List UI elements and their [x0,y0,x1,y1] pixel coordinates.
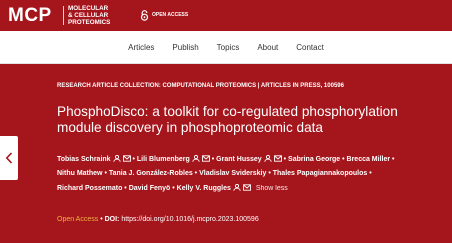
journal-logo[interactable]: MCP [8,6,52,25]
author-name[interactable]: Sabrina George [288,156,340,163]
journal-name-line: PROTEOMICS [68,19,111,26]
author-item: David Fenyö • [129,185,177,192]
doi-link[interactable]: https://doi.org/10.1016/j.mcpro.2023.100… [121,216,258,223]
author-item: Kelly V. Ruggles [177,183,251,192]
author-item: Richard Possemato • [57,185,129,192]
email-icon[interactable] [242,183,251,191]
top-brand-bar: MCP MOLECULAR & CELLULAR PROTEOMICS OPEN… [0,0,452,31]
doi-line: Open Access • DOI: https://doi.org/10.10… [57,215,259,225]
author-item: Brecca Miller • [347,156,395,163]
open-access-text: Open Access [57,216,99,223]
open-access-badge: OPEN ACCESS [140,9,188,21]
author-item: Tobias Schraink • [57,155,137,163]
journal-name-line: MOLECULAR [68,5,109,12]
logo-divider [63,6,64,25]
author-name[interactable]: Richard Possemato [57,185,122,192]
author-item: Tania J. González-Robles • [109,170,199,177]
nav-publish[interactable]: Publish [163,43,207,52]
author-separator: • [367,170,372,178]
author-name[interactable]: Tania J. González-Robles [109,170,193,177]
journal-name[interactable]: MOLECULAR & CELLULAR PROTEOMICS [68,5,128,26]
person-icon[interactable] [192,155,200,162]
author-name[interactable]: Brecca Miller [347,156,391,163]
author-name[interactable]: Kelly V. Ruggles [177,185,231,192]
email-icon[interactable] [273,155,282,162]
author-list: Tobias Schraink • Lili Blumenberg • Gran… [57,153,442,196]
main-navigation: Articles Publish Topics About Contact [0,31,452,64]
nav-topics[interactable]: Topics [208,43,249,52]
article-number: , 100596 [320,83,344,89]
person-icon[interactable] [264,155,272,162]
article-kicker: RESEARCH ARTICLE COLLECTION: COMPUTATION… [57,82,437,90]
show-less-link[interactable]: Show less [256,185,288,192]
author-name[interactable]: Nithu Mathew [57,170,103,177]
person-icon[interactable] [233,183,241,191]
author-name[interactable]: Thales Papagiannakopoulos [273,170,368,177]
nav-contact[interactable]: Contact [287,43,333,52]
nav-about[interactable]: About [248,43,287,52]
article-title: PhosphoDisco: a toolkit for co-regulated… [57,104,398,135]
nav-articles[interactable]: Articles [119,43,163,52]
author-name[interactable]: David Fenyö [129,185,171,192]
doi-label: DOI: [104,216,122,223]
open-access-lock-icon [140,9,149,21]
author-name[interactable]: Tobias Schraink [57,156,111,163]
collection-link[interactable]: RESEARCH ARTICLE COLLECTION: COMPUTATION… [57,83,256,89]
author-separator: • [390,156,395,163]
author-item: Grant Hussey • [216,155,288,163]
previous-article-button[interactable] [0,136,18,180]
chevron-left-icon [5,152,13,164]
author-item: Vladislav Sviderskiy • [199,170,273,177]
author-name[interactable]: Grant Hussey [216,156,262,163]
author-item: Nithu Mathew • [57,170,109,177]
articles-in-press-link[interactable]: ARTICLES IN PRESS [261,83,321,89]
author-name[interactable]: Vladislav Sviderskiy [199,170,266,177]
author-name[interactable]: Lili Blumenberg [137,156,190,163]
author-item: Lili Blumenberg • [137,155,216,163]
email-icon[interactable] [122,155,131,162]
journal-name-line: & CELLULAR [68,12,109,19]
open-access-label: OPEN ACCESS [152,12,189,18]
email-icon[interactable] [201,155,210,162]
author-item: Thales Papagiannakopoulos • [273,170,372,177]
person-icon[interactable] [112,155,121,162]
author-item: Sabrina George • [288,156,346,163]
